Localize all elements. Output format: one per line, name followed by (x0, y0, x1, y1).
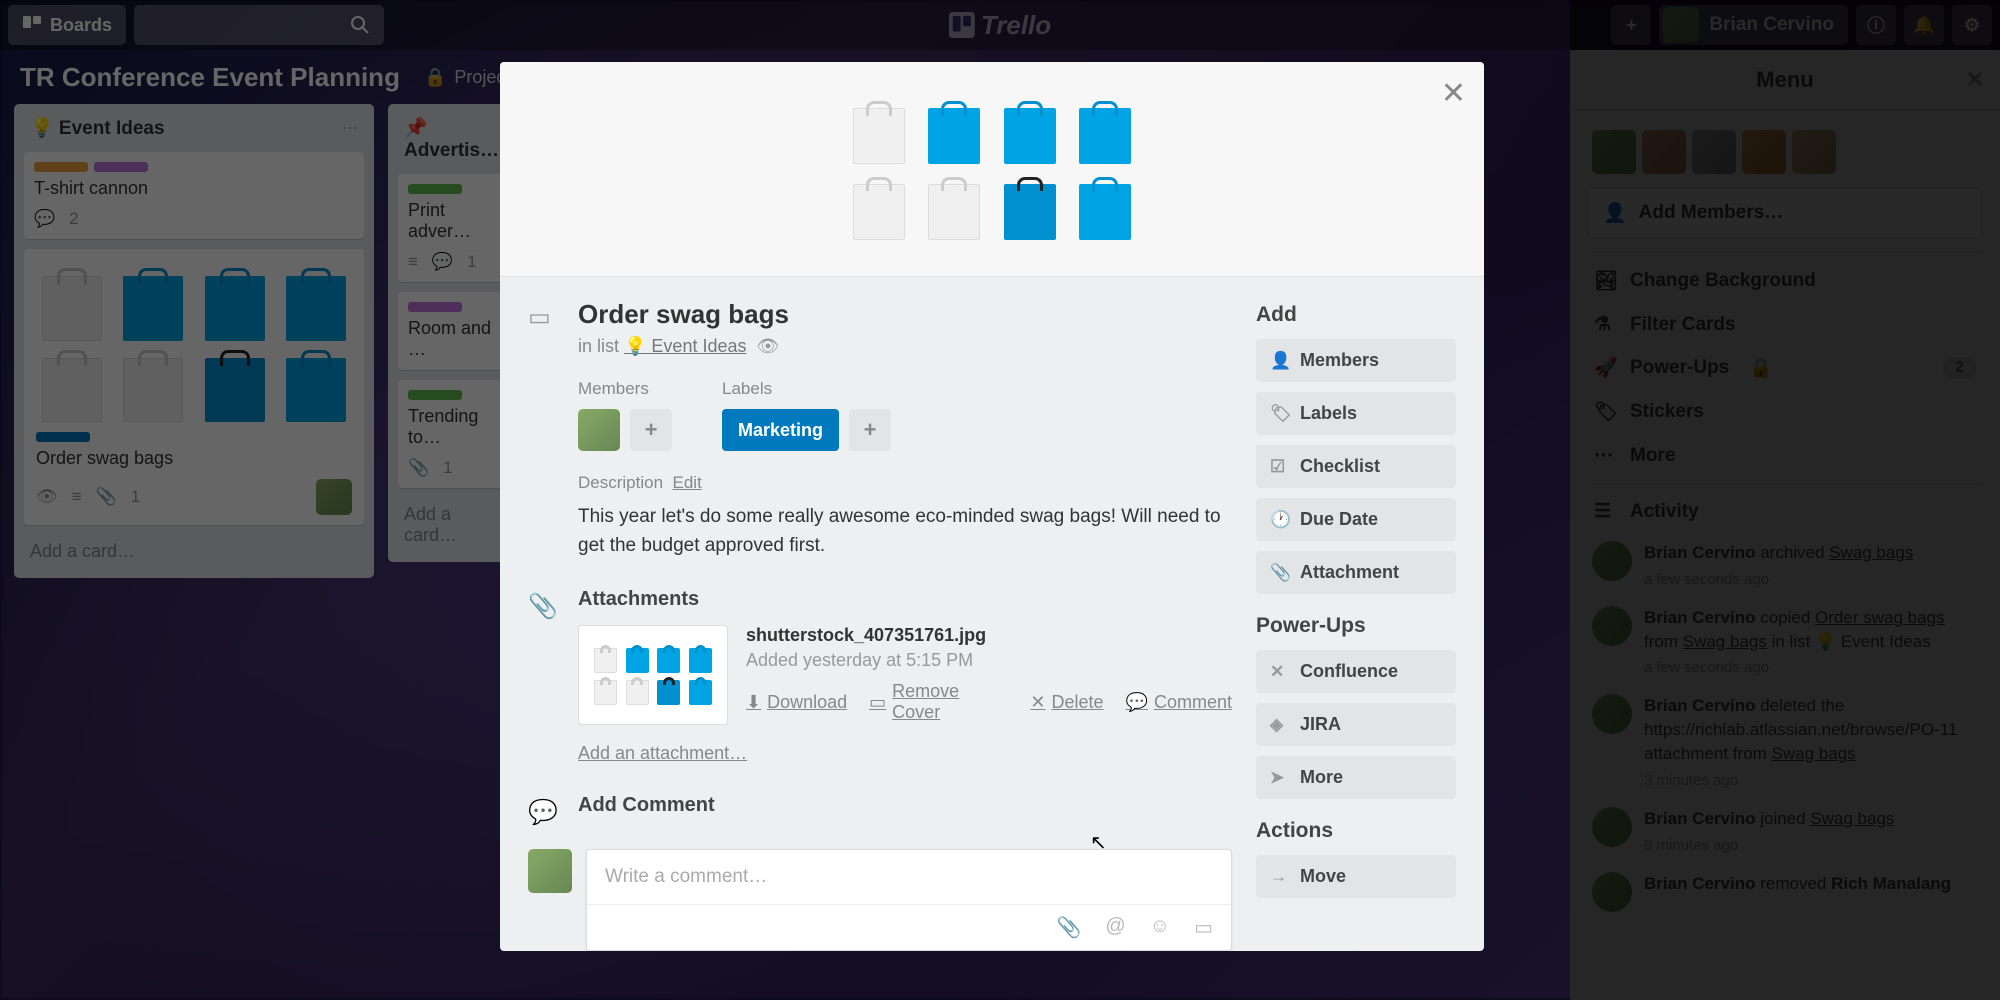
download-link[interactable]: ⬇Download (746, 681, 847, 723)
card-title[interactable]: Order swag bags (578, 299, 789, 330)
labels-heading: Labels (722, 379, 891, 399)
tag-icon: 🏷 (1270, 404, 1288, 424)
side-powerups-heading: Power-Ups (1256, 614, 1456, 638)
comment-input[interactable]: Write a comment… (587, 850, 1231, 904)
download-icon: ⬇ (746, 692, 761, 713)
card-icon: ▭ (528, 299, 556, 332)
mention-icon[interactable]: @ (1105, 915, 1125, 940)
clock-icon: 🕐 (1270, 510, 1288, 530)
side-add-heading: Add (1256, 303, 1456, 327)
attachment-name: shutterstock_407351761.jpg (746, 625, 1232, 646)
emoji-icon[interactable]: ☺ (1150, 915, 1170, 940)
description-text: This year let's do some really awesome e… (578, 503, 1232, 560)
card-icon[interactable]: ▭ (1194, 915, 1213, 940)
side-more-button[interactable]: ➤More (1256, 756, 1456, 799)
comment-link[interactable]: 💬Comment (1126, 681, 1232, 723)
side-labels-button[interactable]: 🏷Labels (1256, 392, 1456, 435)
plane-icon: ➤ (1270, 768, 1288, 788)
comment-icon: 💬 (1126, 692, 1148, 713)
delete-link[interactable]: ✕Delete (1030, 681, 1103, 723)
card-modal: ✕ ▭ Order swag bags in list 💡 Event Idea… (500, 62, 1484, 951)
eye-icon: 👁 (757, 336, 780, 356)
attachment-meta: Added yesterday at 5:15 PM (746, 650, 1232, 671)
add-attachment-link[interactable]: Add an attachment… (578, 743, 1232, 764)
jira-icon: ◈ (1270, 715, 1288, 735)
delete-icon: ✕ (1030, 692, 1045, 713)
add-comment-heading: Add Comment (578, 794, 715, 817)
attach-icon: 📎 (1270, 563, 1288, 583)
cover-icon: ▭ (869, 692, 886, 713)
close-button[interactable]: ✕ (1441, 76, 1466, 111)
avatar (528, 849, 572, 893)
side-jira-button[interactable]: ◈JIRA (1256, 703, 1456, 746)
side-attachment-button[interactable]: 📎Attachment (1256, 551, 1456, 594)
confluence-icon: ✕ (1270, 662, 1288, 682)
remove-cover-link[interactable]: ▭Remove Cover (869, 681, 1008, 723)
avatar[interactable] (578, 409, 620, 451)
side-actions-heading: Actions (1256, 819, 1456, 843)
description-heading: Description (578, 473, 663, 492)
card-cover: ✕ (500, 62, 1484, 277)
add-member-button[interactable]: + (630, 409, 672, 451)
comment-box[interactable]: Write a comment… 📎 @ ☺ ▭ (586, 849, 1232, 951)
attach-icon[interactable]: 📎 (1056, 915, 1081, 940)
attachments-heading: Attachments (578, 588, 1232, 611)
list-link[interactable]: 💡 Event Ideas (624, 336, 746, 356)
attachment-thumb (578, 625, 728, 725)
side-members-button[interactable]: 👤Members (1256, 339, 1456, 382)
label-chip[interactable]: Marketing (722, 409, 839, 451)
attachment-icon: 📎 (528, 588, 556, 621)
arrow-icon: → (1270, 867, 1288, 887)
side-confluence-button[interactable]: ✕Confluence (1256, 650, 1456, 693)
side-checklist-button[interactable]: ☑Checklist (1256, 445, 1456, 488)
user-icon: 👤 (1270, 351, 1288, 371)
members-heading: Members (578, 379, 672, 399)
side-move-button[interactable]: →Move (1256, 855, 1456, 898)
attachment-item[interactable]: shutterstock_407351761.jpg Added yesterd… (578, 625, 1232, 725)
side-due-button[interactable]: 🕐Due Date (1256, 498, 1456, 541)
comment-icon: 💬 (528, 794, 556, 827)
add-label-button[interactable]: + (849, 409, 891, 451)
check-icon: ☑ (1270, 457, 1288, 477)
edit-description[interactable]: Edit (673, 473, 702, 492)
cursor: ↖ (1090, 830, 1107, 855)
